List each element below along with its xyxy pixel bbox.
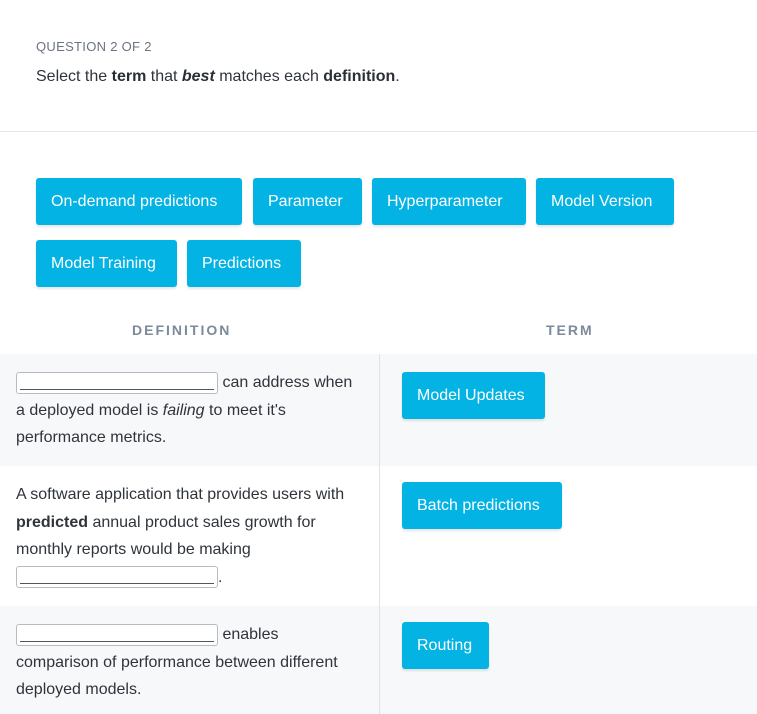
- drop-blank-row-3[interactable]: [16, 623, 218, 646]
- definition-column-header: DEFINITION: [132, 322, 232, 338]
- prompt-part-select: Select the: [36, 68, 112, 85]
- drop-blank-row-2[interactable]: [16, 566, 218, 589]
- term-chip-model-training[interactable]: Model Training: [36, 240, 177, 287]
- definition-1-after-blank: can address when: [222, 374, 353, 391]
- drop-blank-row-1[interactable]: [16, 371, 218, 394]
- prompt-part-matches: matches each: [214, 68, 324, 85]
- column-divider: [379, 354, 380, 714]
- question-counter: QUESTION 2 OF 2: [36, 38, 152, 56]
- match-row-3-definition: enables comparison of performance betwee…: [16, 621, 361, 704]
- prompt-part-that: that: [146, 68, 182, 85]
- term-chip-model-version[interactable]: Model Version: [536, 178, 674, 225]
- definition-2-pre: A software application that provides use…: [16, 486, 345, 503]
- prompt-part-end: .: [395, 68, 400, 85]
- match-row-2-definition: A software application that provides use…: [16, 481, 361, 591]
- term-chip-predictions[interactable]: Predictions: [187, 240, 301, 287]
- definition-2-strong: predicted: [16, 513, 89, 531]
- definition-1-emphasis: failing: [162, 401, 205, 419]
- match-row-1-definition: can address when a deployed model is fai…: [16, 369, 361, 452]
- header-divider: [0, 131, 757, 132]
- term-chip-model-updates[interactable]: Model Updates: [402, 372, 545, 419]
- term-chip-on-demand-predictions[interactable]: On-demand predictions: [36, 178, 242, 225]
- question-counter-text: QUESTION 2 OF 2: [36, 39, 152, 54]
- term-chip-routing[interactable]: Routing: [402, 622, 489, 669]
- definition-3-rest: comparison of performance between differ…: [16, 653, 338, 699]
- prompt-best-word: best: [181, 68, 215, 85]
- term-chip-hyperparameter[interactable]: Hyperparameter: [372, 178, 526, 225]
- definition-1-line2-pre: a deployed model is: [16, 401, 163, 419]
- definition-1-line2-post: to meet it's: [204, 401, 286, 419]
- definition-1-line3: performance metrics.: [16, 429, 167, 446]
- prompt-term-word: term: [111, 68, 147, 85]
- term-chip-batch-predictions[interactable]: Batch predictions: [402, 482, 562, 529]
- prompt-definition-word: definition: [323, 68, 396, 85]
- question-prompt: Select the term that best matches each d…: [36, 68, 400, 86]
- definition-3-after-blank: enables: [222, 626, 279, 643]
- term-column-header: TERM: [546, 322, 594, 338]
- definition-2-end: .: [218, 568, 223, 586]
- term-chip-parameter[interactable]: Parameter: [253, 178, 362, 225]
